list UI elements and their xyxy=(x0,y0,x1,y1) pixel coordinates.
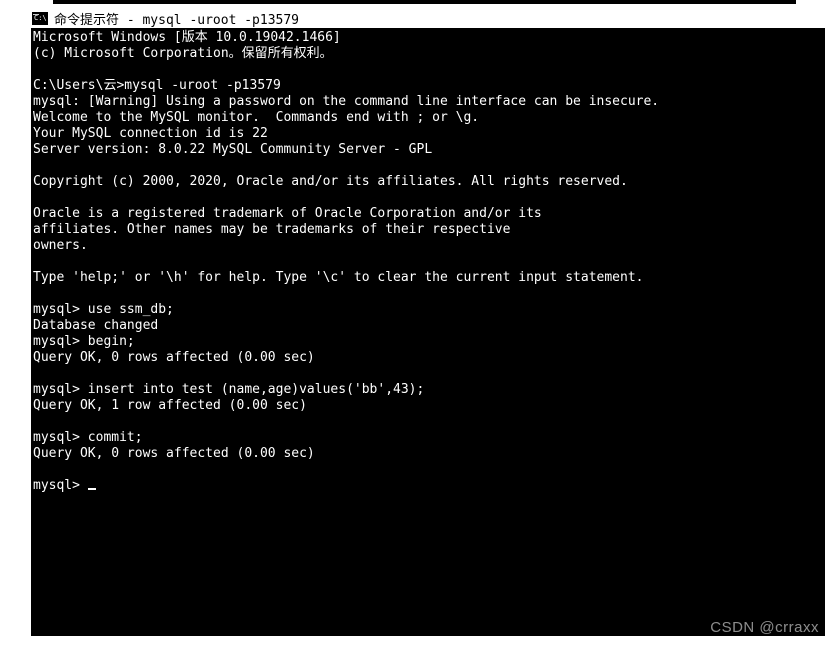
terminal-line: mysql> commit; xyxy=(33,430,143,445)
terminal-line: Your MySQL connection id is 22 xyxy=(33,126,268,141)
terminal-line: owners. xyxy=(33,238,88,253)
terminal-line: Server version: 8.0.22 MySQL Community S… xyxy=(33,142,432,157)
terminal-line: C:\Users\云>mysql -uroot -p13579 xyxy=(33,78,281,93)
terminal-line: affiliates. Other names may be trademark… xyxy=(33,222,510,237)
terminal-line: Copyright (c) 2000, 2020, Oracle and/or … xyxy=(33,174,628,189)
terminal-prompt[interactable]: mysql> xyxy=(33,478,88,493)
terminal-line: (c) Microsoft Corporation。保留所有权利。 xyxy=(33,46,333,61)
cursor-icon xyxy=(88,488,96,490)
terminal-line: Database changed xyxy=(33,318,158,333)
terminal-line: Oracle is a registered trademark of Orac… xyxy=(33,206,542,221)
terminal-line: Microsoft Windows [版本 10.0.19042.1466] xyxy=(33,30,341,45)
terminal-area[interactable]: Microsoft Windows [版本 10.0.19042.1466] (… xyxy=(31,28,825,636)
terminal-line: mysql> use ssm_db; xyxy=(33,302,174,317)
terminal-line: Query OK, 1 row affected (0.00 sec) xyxy=(33,398,307,413)
watermark-text: CSDN @crraxx xyxy=(710,620,819,636)
terminal-line: Query OK, 0 rows affected (0.00 sec) xyxy=(33,446,315,461)
terminal-line: Query OK, 0 rows affected (0.00 sec) xyxy=(33,350,315,365)
window-title-text: 命令提示符 - mysql -uroot -p13579 xyxy=(54,9,299,28)
terminal-line: mysql: [Warning] Using a password on the… xyxy=(33,94,659,109)
cmd-icon: C:\ xyxy=(32,12,48,25)
terminal-line: mysql> insert into test (name,age)values… xyxy=(33,382,424,397)
terminal-line: mysql> begin; xyxy=(33,334,135,349)
terminal-line: Type 'help;' or '\h' for help. Type '\c'… xyxy=(33,270,643,285)
terminal-line: Welcome to the MySQL monitor. Commands e… xyxy=(33,110,479,125)
window-title-bar: C:\ 命令提示符 - mysql -uroot -p13579 xyxy=(0,4,834,28)
